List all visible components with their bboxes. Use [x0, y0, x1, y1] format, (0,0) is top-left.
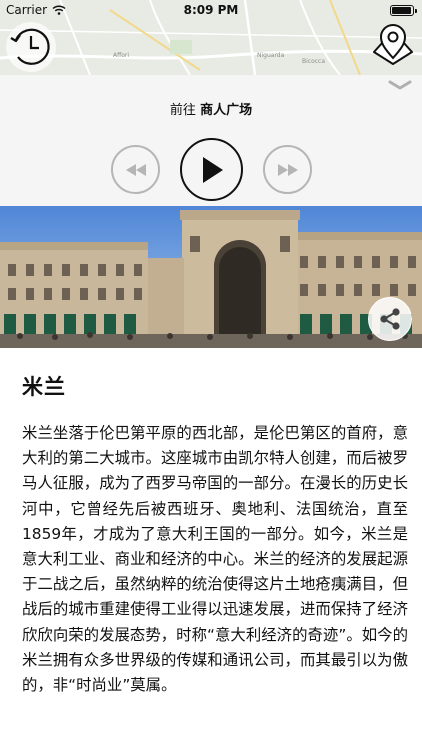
chevron-down-icon[interactable] — [386, 77, 414, 93]
play-button[interactable] — [180, 138, 243, 201]
map-street-label: Niguarda — [257, 52, 285, 59]
status-time: 8:09 PM — [183, 3, 239, 17]
article-content: 米兰 米兰坐落于伦巴第平原的西北部，是伦巴第区的首府，意大利的第二大城市。这座城… — [0, 348, 422, 750]
landmark-photo — [0, 206, 422, 348]
map-street-label: Bicocca — [302, 58, 326, 65]
battery-level — [392, 7, 411, 14]
destination-name: 商人广场 — [200, 103, 253, 118]
galleria-photo-illustration — [0, 206, 422, 348]
history-clock-icon — [10, 28, 50, 65]
map-pin-icon — [373, 24, 413, 65]
nav-prefix: 前往 — [169, 103, 196, 118]
status-bar: Carrier 8:09 PM — [0, 0, 422, 20]
rewind-icon — [125, 163, 146, 176]
history-button[interactable] — [6, 22, 56, 72]
share-button[interactable] — [368, 297, 412, 341]
fast-forward-button[interactable] — [263, 145, 312, 194]
share-icon — [380, 308, 400, 330]
play-icon — [202, 156, 223, 183]
rewind-button[interactable] — [111, 145, 160, 194]
location-button[interactable] — [368, 20, 418, 70]
navigation-label: 前往 商人广场 — [0, 99, 422, 118]
fast-forward-icon — [277, 163, 298, 176]
article-body: 米兰坐落于伦巴第平原的西北部，是伦巴第区的首府，意大利的第二大城市。这座城市由凯… — [22, 424, 408, 695]
map-street-label: Affori — [113, 52, 130, 59]
audio-player-panel: 前往 商人广场 — [0, 75, 422, 206]
article-title: 米兰 — [22, 375, 66, 399]
battery-icon — [390, 5, 417, 16]
